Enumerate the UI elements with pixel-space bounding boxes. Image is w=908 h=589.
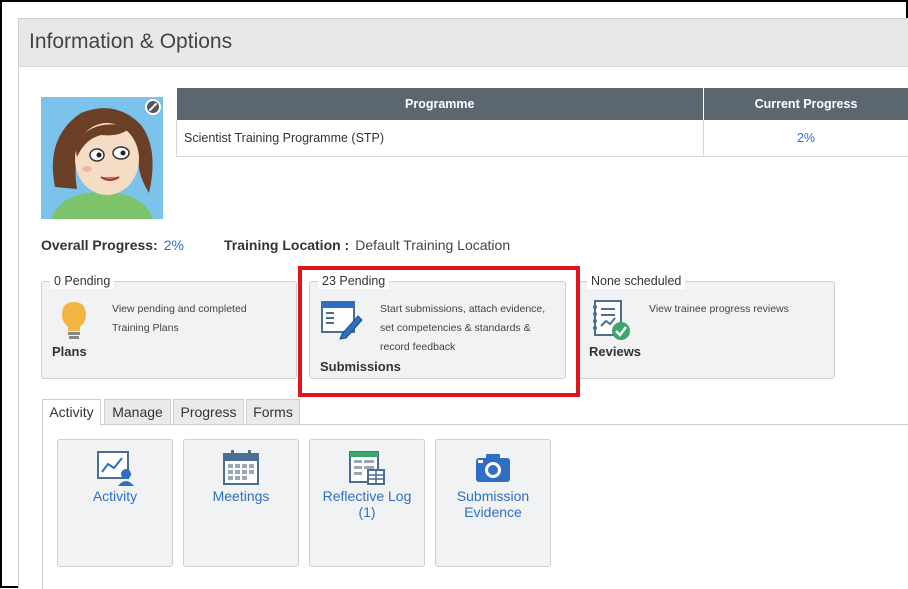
log-sheet-icon bbox=[348, 450, 386, 486]
plans-description: View pending and completed Training Plan… bbox=[112, 300, 247, 338]
remove-photo-icon[interactable] bbox=[145, 99, 161, 115]
reviews-card[interactable]: None scheduled View trainee progress rev… bbox=[578, 281, 835, 379]
calendar-icon bbox=[222, 450, 260, 486]
lightbulb-icon bbox=[60, 300, 88, 342]
reviews-label: Reviews bbox=[589, 344, 641, 359]
current-progress-header: Current Progress bbox=[704, 88, 908, 120]
plans-description-line: View pending and completed bbox=[112, 300, 247, 319]
panel-header: Information & Options bbox=[19, 19, 908, 67]
activity-chart-icon bbox=[96, 450, 134, 486]
tab-progress[interactable]: Progress bbox=[173, 399, 244, 425]
panel-title: Information & Options bbox=[29, 30, 232, 54]
programme-table: Programme Current Progress Scientist Tra… bbox=[176, 88, 908, 157]
programme-cell: Scientist Training Programme (STP) bbox=[177, 120, 704, 156]
programme-header: Programme bbox=[177, 88, 704, 120]
reviews-description-line: View trainee progress reviews bbox=[649, 300, 789, 319]
tab-forms[interactable]: Forms bbox=[246, 399, 300, 425]
plans-pending-count: 0 Pending bbox=[50, 273, 114, 289]
table-row: Scientist Training Programme (STP) 2% bbox=[177, 120, 908, 156]
reflective-log-count: (1) bbox=[314, 504, 420, 520]
reflective-log-title: Reflective Log bbox=[314, 488, 420, 504]
overall-progress-value[interactable]: 2% bbox=[164, 237, 184, 253]
plans-description-line: Training Plans bbox=[112, 319, 247, 338]
activity-tile-label: Activity bbox=[62, 488, 168, 504]
plans-card[interactable]: 0 Pending View pending and completed Tra… bbox=[41, 281, 297, 379]
meetings-tile[interactable]: Meetings bbox=[183, 439, 299, 567]
submission-evidence-tile-label: Submission Evidence bbox=[440, 488, 546, 520]
submission-evidence-line: Submission bbox=[440, 488, 546, 504]
camera-icon bbox=[474, 450, 512, 486]
plans-label: Plans bbox=[52, 344, 87, 359]
reflective-log-tile-label: Reflective Log (1) bbox=[314, 488, 420, 520]
meetings-tile-label: Meetings bbox=[188, 488, 294, 504]
overall-progress: Overall Progress: 2% bbox=[41, 237, 184, 253]
progress-cell-link[interactable]: 2% bbox=[704, 120, 908, 156]
training-location-label: Training Location : bbox=[224, 237, 349, 253]
activity-tile[interactable]: Activity bbox=[57, 439, 173, 567]
training-location: Training Location : Default Training Loca… bbox=[224, 237, 510, 253]
submission-evidence-line: Evidence bbox=[440, 504, 546, 520]
tab-activity[interactable]: Activity bbox=[42, 399, 101, 426]
avatar-illustration bbox=[41, 97, 163, 219]
training-location-value: Default Training Location bbox=[355, 237, 510, 253]
reflective-log-tile[interactable]: Reflective Log (1) bbox=[309, 439, 425, 567]
submissions-highlight-box bbox=[298, 266, 580, 397]
overall-progress-label: Overall Progress: bbox=[41, 237, 158, 253]
information-options-panel: Information & Options Programme Current … bbox=[18, 18, 908, 588]
avatar[interactable] bbox=[41, 97, 163, 219]
tab-manage[interactable]: Manage bbox=[104, 399, 171, 425]
reviews-schedule-status: None scheduled bbox=[587, 273, 685, 289]
submission-evidence-tile[interactable]: Submission Evidence bbox=[435, 439, 551, 567]
review-checklist-icon bbox=[591, 298, 633, 342]
reviews-description: View trainee progress reviews bbox=[649, 300, 789, 319]
